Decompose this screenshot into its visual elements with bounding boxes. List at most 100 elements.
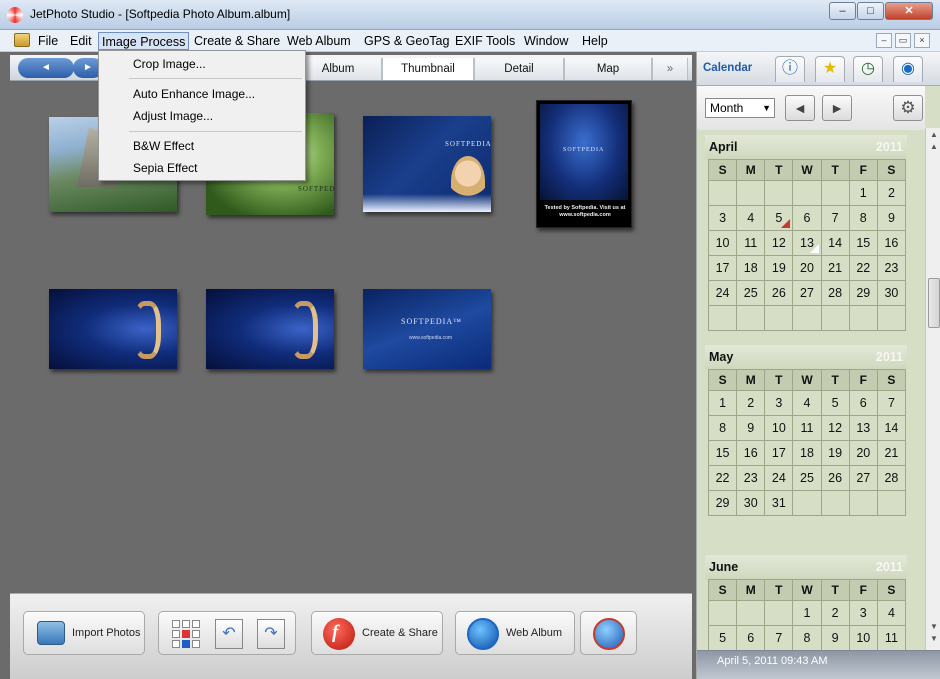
calendar-day[interactable]: 16: [877, 231, 906, 256]
calendar-day[interactable]: 21: [821, 256, 850, 281]
mdi-minimize-button[interactable]: –: [876, 33, 892, 48]
menu-window[interactable]: Window: [521, 32, 571, 50]
calendar-day[interactable]: 16: [737, 441, 766, 466]
create-share-button[interactable]: f Create & Share: [311, 611, 443, 655]
calendar-day[interactable]: 19: [821, 441, 850, 466]
calendar-day[interactable]: 5: [765, 206, 794, 231]
gear-icon[interactable]: ⚙: [893, 95, 923, 121]
calendar-day[interactable]: 27: [849, 466, 878, 491]
star-icon[interactable]: ★: [815, 56, 845, 82]
menu-crop-image[interactable]: Crop Image...: [133, 57, 206, 71]
menu-sepia-effect[interactable]: Sepia Effect: [133, 161, 198, 175]
clock-icon[interactable]: ◷: [853, 56, 883, 82]
calendar-day[interactable]: 31: [765, 491, 794, 516]
calendar-day[interactable]: 17: [765, 441, 794, 466]
calendar-day[interactable]: 1: [793, 601, 822, 626]
calendar-day[interactable]: 9: [737, 416, 766, 441]
calendar-day[interactable]: 10: [709, 231, 738, 256]
calendar-day[interactable]: 7: [765, 626, 794, 650]
calendar-day[interactable]: 6: [793, 206, 822, 231]
blue-poster-photo[interactable]: SOFTPEDIA Tested by Softpedia. Visit us …: [536, 100, 632, 228]
blue-s-logo-photo[interactable]: [49, 289, 177, 369]
calendar-day[interactable]: 28: [877, 466, 906, 491]
calendar-day[interactable]: 25: [737, 281, 766, 306]
menu-web-album[interactable]: Web Album: [284, 32, 354, 50]
calendar-day[interactable]: 12: [821, 416, 850, 441]
calendar-day[interactable]: 26: [765, 281, 794, 306]
menu-help[interactable]: Help: [579, 32, 611, 50]
tab-thumbnail[interactable]: Thumbnail: [382, 58, 474, 80]
minimize-button[interactable]: –: [829, 2, 856, 20]
mdi-restore-button[interactable]: ▭: [895, 33, 911, 48]
calendar-day[interactable]: 23: [737, 466, 766, 491]
calendar-day[interactable]: 3: [709, 206, 738, 231]
album-icon[interactable]: [14, 33, 30, 47]
calendar-day[interactable]: 8: [849, 206, 878, 231]
calendar-day[interactable]: 30: [877, 281, 906, 306]
tab-detail[interactable]: Detail: [474, 58, 564, 80]
google-earth-button[interactable]: [580, 611, 637, 655]
calendar-day[interactable]: 14: [877, 416, 906, 441]
calendar-day[interactable]: 1: [849, 181, 878, 206]
menu-image-process[interactable]: Image Process: [98, 32, 190, 50]
tab-map[interactable]: Map: [564, 58, 652, 80]
menu-bw-effect[interactable]: B&W Effect: [133, 139, 194, 153]
calendar-day[interactable]: 5: [821, 391, 850, 416]
import-photos-button[interactable]: Import Photos: [23, 611, 145, 655]
calendar-day[interactable]: 23: [877, 256, 906, 281]
rotate-left-icon[interactable]: ↶: [215, 619, 243, 649]
web-album-button[interactable]: Web Album: [455, 611, 575, 655]
calendar-day[interactable]: 13: [793, 231, 822, 256]
calendar-day[interactable]: 3: [849, 601, 878, 626]
calendar-day[interactable]: 24: [765, 466, 794, 491]
calendar-day[interactable]: 28: [821, 281, 850, 306]
calendar-day[interactable]: 2: [877, 181, 906, 206]
calendar-day[interactable]: 22: [849, 256, 878, 281]
calendar-day[interactable]: 20: [849, 441, 878, 466]
calendar-day[interactable]: 25: [793, 466, 822, 491]
tab-calendar[interactable]: Calendar: [703, 62, 752, 74]
menu-file[interactable]: File: [35, 32, 61, 50]
more-tabs-button[interactable]: »: [652, 58, 688, 80]
menu-edit[interactable]: Edit: [67, 32, 95, 50]
menu-exif-tools[interactable]: EXIF Tools: [452, 32, 518, 50]
calendar-day[interactable]: 5: [709, 626, 738, 650]
calendar-day[interactable]: 7: [877, 391, 906, 416]
calendar-scrollbar[interactable]: ▲ ▲ ▼ ▼: [925, 128, 940, 650]
calendar-day[interactable]: 12: [765, 231, 794, 256]
calendar-day[interactable]: 2: [821, 601, 850, 626]
menu-create-share[interactable]: Create & Share: [191, 32, 283, 50]
calendar-day[interactable]: 3: [765, 391, 794, 416]
calendar-day[interactable]: 30: [737, 491, 766, 516]
menu-adjust-image[interactable]: Adjust Image...: [133, 109, 213, 123]
calendar-day[interactable]: 18: [737, 256, 766, 281]
calendar-day[interactable]: 10: [850, 626, 878, 650]
menu-gps-geotag[interactable]: GPS & GeoTag: [361, 32, 452, 50]
scroll-up-icon[interactable]: ▲: [928, 130, 940, 142]
calendar-day[interactable]: 7: [821, 206, 850, 231]
scroll-up-fast-icon[interactable]: ▲: [928, 142, 940, 154]
calendar-day[interactable]: 15: [709, 441, 738, 466]
calendar-day[interactable]: 4: [877, 601, 906, 626]
rotate-right-icon[interactable]: ↷: [257, 619, 285, 649]
calendar-day[interactable]: 15: [849, 231, 878, 256]
back-button[interactable]: ◄: [18, 58, 74, 78]
mdi-close-button[interactable]: ×: [914, 33, 930, 48]
softpedia-wallpaper-photo[interactable]: SOFTPEDIA™ www.softpedia.com: [363, 289, 491, 369]
calendar-day[interactable]: 11: [878, 626, 906, 650]
calendar-day[interactable]: 8: [793, 626, 822, 650]
calendar-day[interactable]: 9: [877, 206, 906, 231]
calendar-day[interactable]: 22: [709, 466, 738, 491]
menu-auto-enhance-image[interactable]: Auto Enhance Image...: [133, 87, 255, 101]
maximize-button[interactable]: □: [857, 2, 884, 20]
calendar-day[interactable]: 9: [822, 626, 850, 650]
calendar-day[interactable]: 11: [737, 231, 766, 256]
calendar-day[interactable]: 10: [765, 416, 794, 441]
calendar-day[interactable]: 2: [737, 391, 766, 416]
scroll-down-fast-icon[interactable]: ▼: [928, 634, 940, 646]
blue-s-logo-photo-2[interactable]: [206, 289, 334, 369]
blue-woman-photo[interactable]: SOFTPEDIA: [363, 116, 491, 212]
sort-icon[interactable]: [172, 620, 200, 648]
tab-album[interactable]: Album: [294, 58, 382, 80]
calendar-day[interactable]: 4: [737, 206, 766, 231]
